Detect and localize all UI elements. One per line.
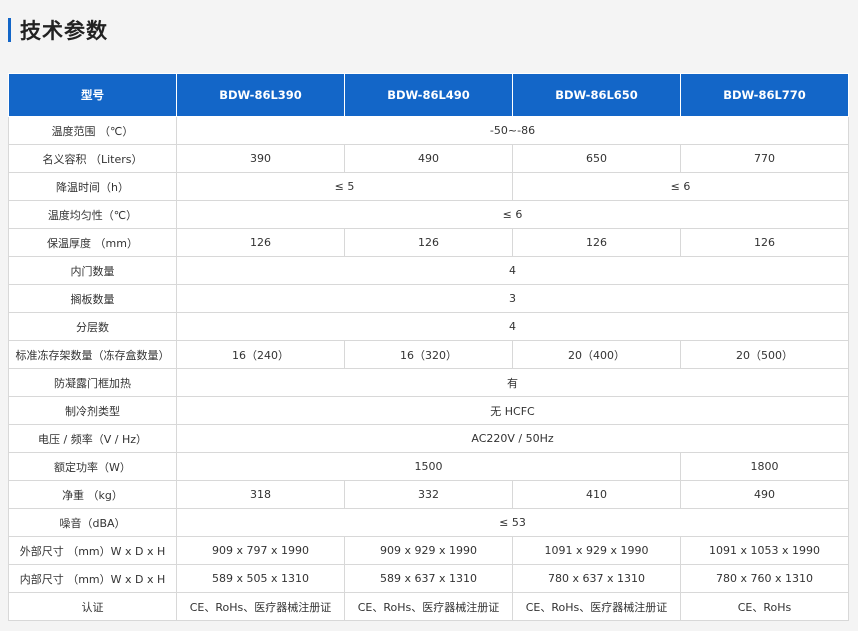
table-cell: CE、RoHs <box>680 592 849 621</box>
table-cell: 318 <box>176 480 345 509</box>
spec-table: 型号 BDW-86L390 BDW-86L490 BDW-86L650 BDW-… <box>8 73 849 621</box>
table-cell: 1091 x 1053 x 1990 <box>680 536 849 565</box>
table-cell: 410 <box>512 480 681 509</box>
table-row: 防凝露门框加热有 <box>8 368 849 397</box>
row-label: 外部尺寸 （mm）W x D x H <box>8 536 177 565</box>
table-cell: 770 <box>680 144 849 173</box>
header-model-label: 型号 <box>8 73 177 117</box>
table-cell: 4 <box>176 312 849 341</box>
table-cell: -50~-86 <box>176 116 849 145</box>
table-cell: CE、RoHs、医疗器械注册证 <box>512 592 681 621</box>
table-body: 温度范围 （℃） -50~-86 名义容积 （Liters） 390 490 650 770… <box>8 116 849 621</box>
row-label: 噪音（dBA） <box>8 508 177 537</box>
table-cell: ≤ 6 <box>512 172 849 201</box>
row-label: 净重 （kg） <box>8 480 177 509</box>
table-cell: ≤ 5 <box>176 172 513 201</box>
table-row: 外部尺寸 （mm）W x D x H 909 x 797 x 1990 909 x … <box>8 536 849 565</box>
table-cell: 332 <box>344 480 513 509</box>
table-cell: 3 <box>176 284 849 313</box>
row-label: 内门数量 <box>8 256 177 285</box>
table-cell: 490 <box>680 480 849 509</box>
table-cell: 126 <box>176 228 345 257</box>
row-label: 温度范围 （℃） <box>8 116 177 145</box>
table-cell: 126 <box>512 228 681 257</box>
table-row: 降温时间（h） ≤ 5 ≤ 6 <box>8 172 849 201</box>
table-row: 温度范围 （℃） -50~-86 <box>8 116 849 145</box>
table-row: 标准冻存架数量（冻存盒数量） 16（240） 16（320） 20（400） 20（50… <box>8 340 849 369</box>
table-row: 内部尺寸 （mm）W x D x H 589 x 505 x 1310 589 x … <box>8 564 849 593</box>
table-cell: 20（400） <box>512 340 681 369</box>
table-cell: ≤ 53 <box>176 508 849 537</box>
table-row: 保温厚度 （mm） 126 126 126 126 <box>8 228 849 257</box>
row-label: 制冷剂类型 <box>8 396 177 425</box>
table-row: 噪音（dBA） ≤ 53 <box>8 508 849 537</box>
table-row: 名义容积 （Liters） 390 490 650 770 <box>8 144 849 173</box>
table-row: 净重 （kg） 318 332 410 490 <box>8 480 849 509</box>
table-cell: 无 HCFC <box>176 396 849 425</box>
table-cell: 780 x 637 x 1310 <box>512 564 681 593</box>
table-row: 分层数 4 <box>8 312 849 341</box>
table-cell: 有 <box>176 368 849 397</box>
table-cell: CE、RoHs、医疗器械注册证 <box>344 592 513 621</box>
row-label: 温度均匀性（℃） <box>8 200 177 229</box>
table-row: 温度均匀性（℃） ≤ 6 <box>8 200 849 229</box>
table-cell: 1500 <box>176 452 681 481</box>
table-cell: 909 x 929 x 1990 <box>344 536 513 565</box>
table-cell: 20（500） <box>680 340 849 369</box>
row-label: 防凝露门框加热 <box>8 368 177 397</box>
table-row: 内门数量 4 <box>8 256 849 285</box>
table-cell: 16（320） <box>344 340 513 369</box>
table-cell: 16（240） <box>176 340 345 369</box>
table-header-row: 型号 BDW-86L390 BDW-86L490 BDW-86L650 BDW-… <box>8 73 849 117</box>
row-label: 分层数 <box>8 312 177 341</box>
row-label: 名义容积 （Liters） <box>8 144 177 173</box>
table-row: 制冷剂类型无 HCFC <box>8 396 849 425</box>
row-label: 电压 / 频率（V / Hz） <box>8 424 177 453</box>
title-accent-bar <box>8 18 11 42</box>
table-row: 认证 CE、RoHs、医疗器械注册证 CE、RoHs、医疗器械注册证 CE、RoHs、… <box>8 592 849 621</box>
header-model-1: BDW-86L390 <box>176 73 345 117</box>
page-title: 技术参数 <box>20 19 108 43</box>
table-cell: 589 x 505 x 1310 <box>176 564 345 593</box>
row-label: 内部尺寸 （mm）W x D x H <box>8 564 177 593</box>
table-cell: 490 <box>344 144 513 173</box>
header-model-2: BDW-86L490 <box>344 73 513 117</box>
header-model-3: BDW-86L650 <box>512 73 681 117</box>
table-cell: 390 <box>176 144 345 173</box>
header-model-4: BDW-86L770 <box>680 73 849 117</box>
row-label: 搁板数量 <box>8 284 177 313</box>
table-row: 额定功率（W） 1500 1800 <box>8 452 849 481</box>
table-cell: 126 <box>344 228 513 257</box>
table-cell: 650 <box>512 144 681 173</box>
row-label: 认证 <box>8 592 177 621</box>
table-cell: 126 <box>680 228 849 257</box>
table-cell: CE、RoHs、医疗器械注册证 <box>176 592 345 621</box>
table-cell: 4 <box>176 256 849 285</box>
row-label: 标准冻存架数量（冻存盒数量） <box>8 340 177 369</box>
table-cell: 780 x 760 x 1310 <box>680 564 849 593</box>
row-label: 降温时间（h） <box>8 172 177 201</box>
table-cell: AC220V / 50Hz <box>176 424 849 453</box>
table-cell: 589 x 637 x 1310 <box>344 564 513 593</box>
row-label: 额定功率（W） <box>8 452 177 481</box>
section-title: 技术参数 <box>8 16 108 44</box>
table-row: 电压 / 频率（V / Hz） AC220V / 50Hz <box>8 424 849 453</box>
table-cell: ≤ 6 <box>176 200 849 229</box>
table-cell: 1800 <box>680 452 849 481</box>
table-cell: 909 x 797 x 1990 <box>176 536 345 565</box>
table-row: 搁板数量 3 <box>8 284 849 313</box>
table-cell: 1091 x 929 x 1990 <box>512 536 681 565</box>
row-label: 保温厚度 （mm） <box>8 228 177 257</box>
